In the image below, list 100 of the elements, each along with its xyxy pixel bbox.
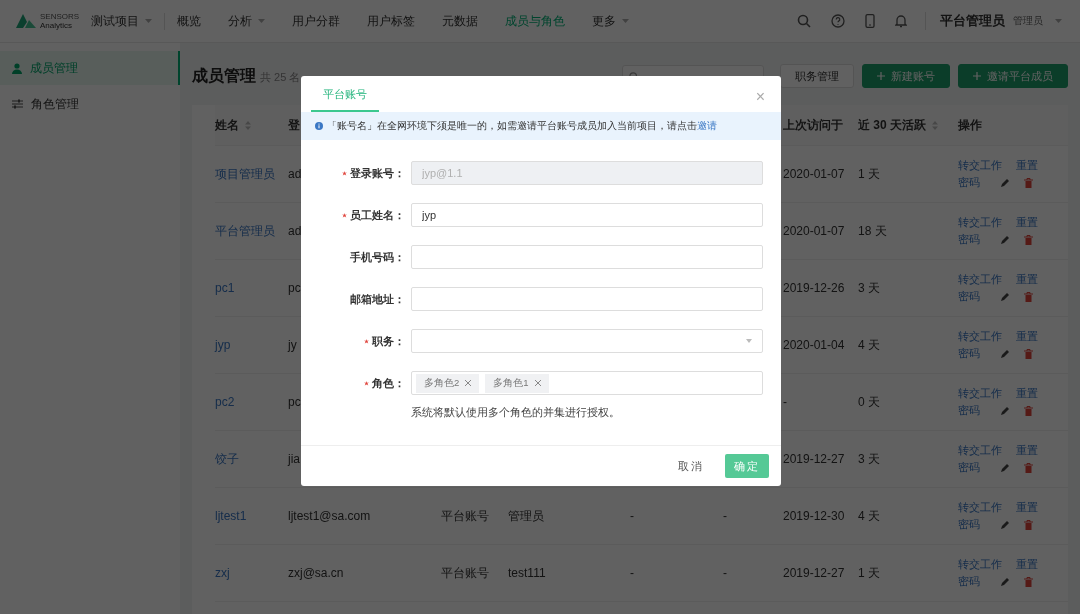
confirm-button[interactable]: 确定 bbox=[725, 454, 769, 478]
column-header: 近 30 天活跃 bbox=[858, 116, 926, 134]
sort-icon[interactable] bbox=[245, 120, 251, 130]
transfer-link[interactable]: 转交工作 bbox=[958, 329, 1016, 344]
hint-text: 系统将默认使用多个角色的并集进行授权。 bbox=[411, 405, 620, 420]
password-link[interactable]: 密码 bbox=[958, 574, 1016, 589]
logo-icon bbox=[16, 14, 36, 28]
table-cell: 3 天 bbox=[858, 280, 880, 295]
input-field[interactable] bbox=[411, 287, 763, 311]
sort-icon[interactable] bbox=[932, 120, 938, 130]
pencil-icon[interactable] bbox=[1000, 348, 1010, 359]
input-field[interactable] bbox=[411, 245, 763, 269]
table-cell: 2019-12-30 bbox=[783, 509, 845, 523]
pencil-icon[interactable] bbox=[1000, 519, 1010, 530]
trash-icon[interactable] bbox=[1024, 519, 1033, 530]
password-link[interactable]: 密码 bbox=[958, 232, 1016, 247]
help-icon[interactable] bbox=[831, 14, 845, 28]
trash-icon[interactable] bbox=[1024, 291, 1033, 302]
member-name[interactable]: zxj bbox=[215, 566, 230, 580]
bell-icon[interactable] bbox=[895, 14, 907, 28]
member-name[interactable]: 项目管理员 bbox=[215, 166, 275, 181]
reset-link[interactable]: 重置 bbox=[1016, 500, 1056, 515]
pencil-icon[interactable] bbox=[1000, 405, 1010, 416]
member-name[interactable]: jyp bbox=[215, 338, 231, 352]
remove-icon[interactable] bbox=[534, 380, 541, 386]
project-selector[interactable]: 测试项目 bbox=[91, 12, 166, 30]
nav-item[interactable]: 用户标签 bbox=[367, 12, 416, 30]
transfer-link[interactable]: 转交工作 bbox=[958, 215, 1016, 230]
sidebar-item[interactable]: 成员管理 bbox=[0, 51, 180, 85]
nav-item[interactable]: 用户分群 bbox=[292, 12, 341, 30]
add-button[interactable]: 新建账号 bbox=[862, 64, 950, 88]
trash-icon[interactable] bbox=[1024, 576, 1033, 587]
reset-link[interactable]: 重置 bbox=[1016, 386, 1056, 401]
password-link[interactable]: 密码 bbox=[958, 403, 1016, 418]
required-icon bbox=[342, 170, 347, 176]
nav-item[interactable]: 概览 bbox=[177, 12, 202, 30]
required-icon bbox=[342, 212, 347, 218]
trash-icon[interactable] bbox=[1024, 462, 1033, 473]
table-cell: 18 天 bbox=[858, 223, 887, 238]
input-field[interactable]: jyp bbox=[411, 203, 763, 227]
notice-text: 「账号名」在全网环境下须是唯一的，如需邀请平台账号成员加入当前项目，请点击邀请 bbox=[327, 119, 717, 133]
pencil-icon[interactable] bbox=[1000, 576, 1010, 587]
role-tag[interactable]: 多角色2 bbox=[416, 373, 480, 393]
trash-icon[interactable] bbox=[1024, 234, 1033, 245]
add-button[interactable]: 邀请平台成员 bbox=[958, 64, 1068, 88]
close-button[interactable]: × bbox=[749, 88, 771, 112]
table-cell: 0 天 bbox=[858, 394, 880, 409]
plus-icon bbox=[973, 72, 981, 80]
member-name[interactable]: 饺子 bbox=[215, 451, 239, 466]
reset-link[interactable]: 重置 bbox=[1016, 215, 1056, 230]
transfer-link[interactable]: 转交工作 bbox=[958, 500, 1016, 515]
role-tag[interactable]: 多角色1 bbox=[485, 373, 549, 393]
reset-link[interactable]: 重置 bbox=[1016, 329, 1056, 344]
remove-icon[interactable] bbox=[465, 380, 472, 386]
transfer-link[interactable]: 转交工作 bbox=[958, 158, 1016, 173]
tag-select-field[interactable]: 多角色2 多角色1 bbox=[411, 371, 763, 395]
user-name[interactable]: 平台管理员 bbox=[940, 12, 1005, 30]
transfer-link[interactable]: 转交工作 bbox=[958, 272, 1016, 287]
member-name[interactable]: pc2 bbox=[215, 395, 235, 409]
nav-item[interactable]: 成员与角色 bbox=[505, 12, 566, 30]
transfer-link[interactable]: 转交工作 bbox=[958, 386, 1016, 401]
table-cell: - bbox=[723, 566, 727, 580]
caret-icon bbox=[145, 19, 153, 23]
password-link[interactable]: 密码 bbox=[958, 517, 1016, 532]
table-cell: jy bbox=[288, 338, 297, 352]
table-cell: pc bbox=[288, 395, 301, 409]
password-link[interactable]: 密码 bbox=[958, 175, 1016, 190]
password-link[interactable]: 密码 bbox=[958, 289, 1016, 304]
member-name[interactable]: pc1 bbox=[215, 281, 235, 295]
phone-icon[interactable] bbox=[865, 14, 875, 28]
transfer-link[interactable]: 转交工作 bbox=[958, 557, 1016, 572]
member-name[interactable]: ljtest1 bbox=[215, 509, 247, 523]
reset-link[interactable]: 重置 bbox=[1016, 443, 1056, 458]
password-link[interactable]: 密码 bbox=[958, 346, 1016, 361]
reset-link[interactable]: 重置 bbox=[1016, 557, 1056, 572]
nav-item[interactable]: 更多 bbox=[592, 12, 630, 30]
field-label: 邮箱地址： bbox=[350, 291, 405, 307]
pencil-icon[interactable] bbox=[1000, 177, 1010, 188]
invite-link[interactable]: 邀请 bbox=[697, 119, 717, 131]
search-icon[interactable] bbox=[797, 14, 811, 28]
select-field[interactable] bbox=[411, 329, 763, 353]
pencil-icon[interactable] bbox=[1000, 291, 1010, 302]
trash-icon[interactable] bbox=[1024, 177, 1033, 188]
pencil-icon[interactable] bbox=[1000, 234, 1010, 245]
trash-icon[interactable] bbox=[1024, 348, 1033, 359]
sidebar-item[interactable]: 角色管理 bbox=[0, 87, 180, 121]
reset-link[interactable]: 重置 bbox=[1016, 158, 1056, 173]
trash-icon[interactable] bbox=[1024, 405, 1033, 416]
nav-item[interactable]: 分析 bbox=[228, 12, 266, 30]
table-cell: 1 天 bbox=[858, 166, 880, 181]
field-label: 角色： bbox=[372, 375, 405, 391]
reset-link[interactable]: 重置 bbox=[1016, 272, 1056, 287]
caret-icon bbox=[746, 339, 752, 343]
member-name[interactable]: 平台管理员 bbox=[215, 223, 275, 238]
table-cell: test111 bbox=[508, 566, 546, 580]
nav-item[interactable]: 元数据 bbox=[442, 12, 479, 30]
pencil-icon[interactable] bbox=[1000, 462, 1010, 473]
password-link[interactable]: 密码 bbox=[958, 460, 1016, 475]
transfer-link[interactable]: 转交工作 bbox=[958, 443, 1016, 458]
manage-button[interactable]: 职务管理 bbox=[780, 64, 854, 88]
